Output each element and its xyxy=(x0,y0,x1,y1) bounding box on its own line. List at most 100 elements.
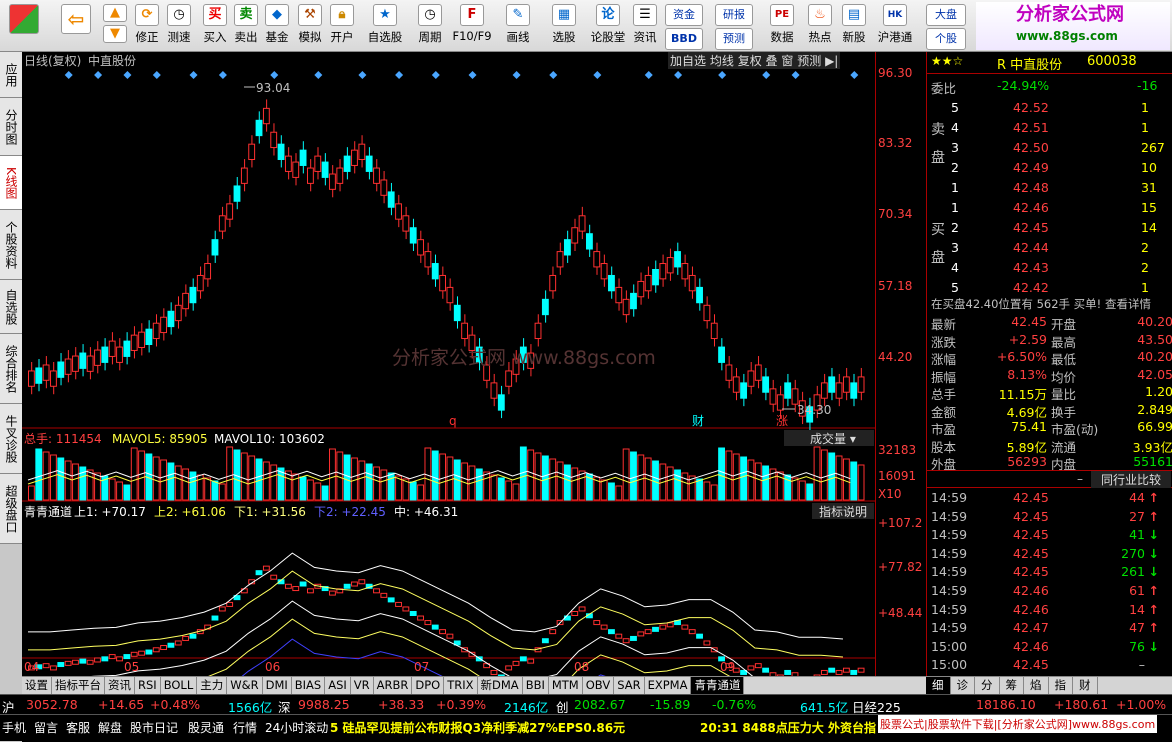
buy-row[interactable]: 3 42.44 2 xyxy=(927,238,1172,258)
tab-order-book[interactable]: 超级盘口 xyxy=(0,474,22,544)
right-tab[interactable]: 焰 xyxy=(1024,677,1049,694)
indicator-tab[interactable]: BIAS xyxy=(292,677,326,694)
right-tab[interactable]: 诊 xyxy=(951,677,975,694)
forum-button[interactable]: 论论股堂 xyxy=(588,4,628,50)
right-tab[interactable]: 指 xyxy=(1049,677,1073,694)
indicator-tab[interactable]: TRIX xyxy=(444,677,478,694)
tab-profile[interactable]: 个股资料 xyxy=(0,210,22,280)
sell-row[interactable]: 1 42.48 31 xyxy=(927,178,1172,198)
stat-row: 最新 42.45 开盘 40.20 xyxy=(927,314,1172,332)
add-watchlist-button[interactable]: 加自选 xyxy=(670,54,706,68)
window-button[interactable]: 窗 xyxy=(781,54,793,68)
news-button[interactable]: ☰ 资讯 xyxy=(630,4,660,50)
indicator-tab[interactable]: BOLL xyxy=(161,677,198,694)
capital-button[interactable]: 资金 BBD xyxy=(664,4,704,50)
indicator-tab[interactable]: 新DMA xyxy=(478,677,523,694)
indicator-tab[interactable]: ASI xyxy=(325,677,351,694)
indicator-tab[interactable]: VR xyxy=(351,677,374,694)
sell-button[interactable]: 卖卖出 xyxy=(231,4,261,50)
bbd-label[interactable]: BBD xyxy=(665,28,703,50)
fund-button[interactable]: ◆ 基金 xyxy=(262,4,292,50)
right-tab[interactable]: 细 xyxy=(926,677,951,694)
indicator-tab[interactable]: W&R xyxy=(227,677,263,694)
draw-line-button[interactable]: ✎ 画线 xyxy=(500,4,536,50)
f10-button[interactable]: F F10/F9 xyxy=(452,4,492,50)
stock-picker-button[interactable]: ▦ 选股 xyxy=(544,4,584,50)
indicator-tab[interactable]: ARBR xyxy=(374,677,413,694)
indicator-help-button[interactable]: 指标说明 xyxy=(812,503,874,519)
right-tab[interactable]: 分 xyxy=(975,677,1000,694)
sell-row[interactable]: 2 42.49 10 xyxy=(927,158,1172,178)
market-button[interactable]: 大盘 个股 xyxy=(924,4,968,50)
adjust-button[interactable]: 复权 xyxy=(738,54,762,68)
ticker-button[interactable]: 解盘 xyxy=(98,719,122,736)
single-stock-label[interactable]: 个股 xyxy=(926,28,966,50)
watchlist-button[interactable]: ★ 自选股 xyxy=(364,4,406,50)
buy-row[interactable]: 4 42.43 2 xyxy=(927,258,1172,278)
indicator-tab[interactable]: 指标平台 xyxy=(52,677,105,694)
indicator-tab[interactable]: 资讯 xyxy=(105,677,135,694)
ad-banner[interactable]: 股票公式|股票软件下载|[分析家公式网]www.88gs.com xyxy=(878,715,1158,733)
indicator-tab[interactable]: OBV xyxy=(583,677,615,694)
tab-intraday[interactable]: 分时图 xyxy=(0,98,22,156)
tab-apps[interactable]: 应用 xyxy=(0,52,22,98)
hotspot-button[interactable]: ♨ 热点 xyxy=(804,4,836,50)
candle-body xyxy=(292,161,300,178)
overlay-button[interactable]: 叠 xyxy=(766,54,778,68)
volume-bar xyxy=(681,472,689,501)
right-tab[interactable]: 财 xyxy=(1073,677,1098,694)
revise-button[interactable]: ⟳ 修正 xyxy=(131,4,163,50)
speedtest-button[interactable]: ◷ 测速 xyxy=(163,4,195,50)
indicator-tab[interactable]: DPO xyxy=(412,677,445,694)
period-button[interactable]: ◷ 周期 xyxy=(410,4,450,50)
sell-row[interactable]: 5 42.52 1 xyxy=(927,98,1172,118)
sell-row[interactable]: 3 42.50 267 xyxy=(927,138,1172,158)
ticker-button[interactable]: 手机 xyxy=(2,719,26,736)
open-account-button[interactable]: 🔒︎ 开户 xyxy=(327,4,357,50)
buy-button[interactable]: 买买入 xyxy=(200,4,230,50)
research-button[interactable]: 研报 预测 xyxy=(714,4,754,50)
indicator-tab[interactable]: EXPMA xyxy=(645,677,692,694)
logo-icon[interactable] xyxy=(4,4,44,50)
indicator-tab[interactable]: MTM xyxy=(549,677,583,694)
simulate-button[interactable]: ⚒ 模拟 xyxy=(295,4,325,50)
news-headline-2[interactable]: 20:31 8488点压力大 外资台指 xyxy=(700,719,876,736)
buy-volume: 2 xyxy=(1141,260,1149,275)
data-button[interactable]: PE 数据 xyxy=(762,4,802,50)
ticker-button[interactable]: 股灵通 xyxy=(188,719,224,736)
industry-compare-button[interactable]: 同行业比较 xyxy=(1091,471,1171,488)
ticker-button[interactable]: 24小时滚动 xyxy=(265,719,328,736)
tab-kline[interactable]: K线图 xyxy=(0,156,22,210)
tab-diagnosis[interactable]: 牛叉诊股 xyxy=(0,404,22,474)
indicator-tab[interactable]: SAR xyxy=(614,677,645,694)
indicator-tab[interactable]: BBI xyxy=(523,677,549,694)
notice-row[interactable]: 在买盘42.40位置有 562手 买单! 查看详情 xyxy=(927,294,1172,314)
ticker-button[interactable]: 客服 xyxy=(66,719,90,736)
forecast-label[interactable]: 预测 xyxy=(715,28,753,50)
pin-icon[interactable]: ▶| xyxy=(825,54,838,68)
big-order-notice[interactable]: 在买盘42.40位置有 562手 买单! 查看详情 xyxy=(931,296,1151,312)
indicator-tab[interactable]: 主力 xyxy=(197,677,228,694)
tab-ranking[interactable]: 综合排名 xyxy=(0,334,22,404)
kline-chart[interactable]: 日线(复权) 中直股份 93.04 34.30 q 财 涨 分析家公式网 www… xyxy=(22,52,875,726)
back-button[interactable]: ⇦ xyxy=(58,4,94,50)
indicator-tab[interactable]: DMI xyxy=(263,677,292,694)
volume-menu[interactable]: 成交量 ▾ xyxy=(784,430,874,446)
ipo-button[interactable]: ▤ 新股 xyxy=(838,4,870,50)
sell-row[interactable]: 4 42.51 1 xyxy=(927,118,1172,138)
predict-button[interactable]: 预测 xyxy=(797,54,821,68)
buy-row[interactable]: 2 42.45 14 xyxy=(927,218,1172,238)
ticker-button[interactable]: 留言 xyxy=(34,719,58,736)
hk-connect-button[interactable]: HK 沪港通 xyxy=(874,4,916,50)
tab-watchlist[interactable]: 自选股 xyxy=(0,280,22,334)
right-tab[interactable]: 筹 xyxy=(1000,677,1024,694)
ticker-button[interactable]: 股市日记 xyxy=(130,719,178,736)
nav-up-down[interactable]: ▲ ▼ xyxy=(103,4,127,50)
buy-row[interactable]: 1 42.46 15 xyxy=(927,198,1172,218)
indicator-tab[interactable]: 青青通道 xyxy=(691,677,745,694)
indicator-tab[interactable]: 设置 xyxy=(22,677,52,694)
news-headline[interactable]: 5 硅品罕见提前公布财报Q3净利季减27%EPS0.86元 xyxy=(330,719,625,736)
ma-button[interactable]: 均线 xyxy=(710,54,734,68)
ticker-button[interactable]: 行情 xyxy=(233,719,257,736)
indicator-tab[interactable]: RSI xyxy=(135,677,161,694)
